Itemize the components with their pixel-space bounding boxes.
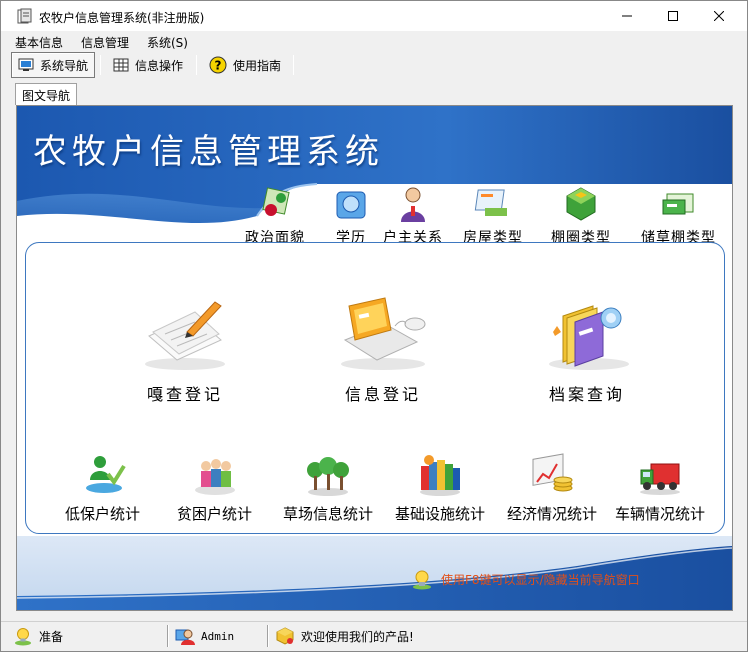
toolbar-separator <box>293 55 294 75</box>
status-state: 准备 <box>13 624 63 648</box>
category-householder-relation[interactable]: 户主关系 <box>383 184 443 247</box>
poor-household-stats-button[interactable]: 贫困户统计 <box>177 452 252 524</box>
main-item-label: 嘎查登记 <box>146 385 223 404</box>
toolbar-separator <box>196 55 197 75</box>
grassland-stats-button[interactable]: 草场信息统计 <box>283 452 373 524</box>
status-separator <box>267 625 269 647</box>
economy-stats-button[interactable]: 经济情况统计 <box>507 452 597 524</box>
menu-system[interactable]: 系统(S) <box>147 34 188 51</box>
system-nav-button[interactable]: 系统导航 <box>11 52 96 78</box>
gacha-register-button[interactable]: 嘎查登记 <box>135 296 235 405</box>
help-icon: ? <box>209 56 227 74</box>
category-house-type[interactable]: 房屋类型 <box>463 184 523 247</box>
toolbar: 系统导航 信息操作 ? 使用指南 <box>1 51 747 79</box>
status-message-text: 欢迎使用我们的产品! <box>301 629 414 644</box>
archive-query-button[interactable]: 档案查询 <box>537 296 637 405</box>
user-guide-button[interactable]: ? 使用指南 <box>203 52 287 78</box>
stat-item-label: 低保户统计 <box>65 505 141 523</box>
app-icon <box>17 8 33 24</box>
house-type-icon <box>474 189 507 216</box>
maximize-button[interactable] <box>650 1 696 31</box>
navigation-panel: 农牧户信息管理系统 政治面貌 学历 户主关系 房屋类型 棚圈类型 储草棚类型 嘎… <box>16 105 733 611</box>
menu-bar: 基本信息 信息管理 系统(S) <box>1 31 747 51</box>
hint-text: 使用F8键可以显示/隐藏当前导航窗口 <box>441 572 640 587</box>
vehicle-stats-button[interactable]: 车辆情况统计 <box>615 452 705 524</box>
status-bar: 准备 Admin 欢迎使用我们的产品! <box>1 621 747 651</box>
monitor-icon <box>18 58 34 71</box>
maximize-icon <box>668 11 678 21</box>
laptop-icon <box>341 297 426 370</box>
menu-info-management[interactable]: 信息管理 <box>81 34 129 51</box>
status-user: Admin <box>175 624 234 648</box>
user-guide-label: 使用指南 <box>233 58 282 73</box>
info-ops-button[interactable]: 信息操作 <box>107 52 189 78</box>
welcome-icon <box>276 627 294 645</box>
toolbar-separator <box>100 55 101 75</box>
main-item-label: 档案查询 <box>548 385 625 404</box>
stat-item-label: 经济情况统计 <box>507 505 598 523</box>
economy-chart-icon <box>532 453 573 492</box>
close-button[interactable] <box>696 1 742 31</box>
status-user-text: Admin <box>201 629 235 643</box>
main-item-label: 信息登记 <box>344 385 421 404</box>
close-icon <box>714 11 724 21</box>
app-window: 农牧户信息管理系统(非注册版) 基本信息 信息管理 系统(S) 系统导航 信息操… <box>0 0 748 652</box>
householder-relation-icon <box>401 187 425 222</box>
stat-item-label: 基础设施统计 <box>395 505 486 523</box>
user-icon <box>175 629 195 645</box>
grassland-icon <box>307 457 349 496</box>
menu-basic-info[interactable]: 基本信息 <box>15 34 63 51</box>
low-income-icon <box>85 456 126 493</box>
svg-text:?: ? <box>215 59 222 73</box>
f8-hint: 使用F8键可以显示/隐藏当前导航窗口 <box>411 568 640 590</box>
status-bulb-icon <box>15 628 31 646</box>
tab-graphic-nav[interactable]: 图文导航 <box>15 83 78 105</box>
status-state-text: 准备 <box>39 629 64 644</box>
minimize-button[interactable] <box>604 1 650 31</box>
grid-icon <box>113 58 129 72</box>
category-political-status[interactable]: 政治面貌 <box>245 184 305 247</box>
shed-type-icon <box>566 187 596 221</box>
infrastructure-icon <box>420 455 460 496</box>
minimize-icon <box>622 15 632 17</box>
category-hay-shed-type[interactable]: 储草棚类型 <box>641 184 716 247</box>
window-title: 农牧户信息管理系统(非注册版) <box>39 11 205 25</box>
tab-strip: 图文导航 <box>1 81 747 105</box>
category-education[interactable]: 学历 <box>331 184 371 247</box>
lightbulb-icon <box>413 570 431 590</box>
register-icon <box>145 301 225 370</box>
status-message: 欢迎使用我们的产品! <box>275 624 414 648</box>
infrastructure-stats-button[interactable]: 基础设施统计 <box>395 452 485 524</box>
info-register-button[interactable]: 信息登记 <box>333 296 433 405</box>
banner-title: 农牧户信息管理系统 <box>33 132 384 172</box>
stat-item-label: 车辆情况统计 <box>615 505 706 523</box>
info-ops-label: 信息操作 <box>135 58 184 73</box>
system-nav-label: 系统导航 <box>40 58 89 73</box>
political-status-icon <box>262 187 290 216</box>
poor-household-icon <box>194 459 235 495</box>
title-bar[interactable]: 农牧户信息管理系统(非注册版) <box>1 1 747 31</box>
archive-icon <box>549 305 629 370</box>
stat-item-label: 草场信息统计 <box>283 505 374 523</box>
stat-item-label: 贫困户统计 <box>177 505 253 523</box>
education-icon <box>336 191 366 219</box>
category-shed-type[interactable]: 棚圈类型 <box>551 184 611 247</box>
truck-icon <box>640 463 680 495</box>
low-income-stats-button[interactable]: 低保户统计 <box>65 452 140 524</box>
status-separator <box>167 625 169 647</box>
hay-shed-type-icon <box>662 193 693 215</box>
